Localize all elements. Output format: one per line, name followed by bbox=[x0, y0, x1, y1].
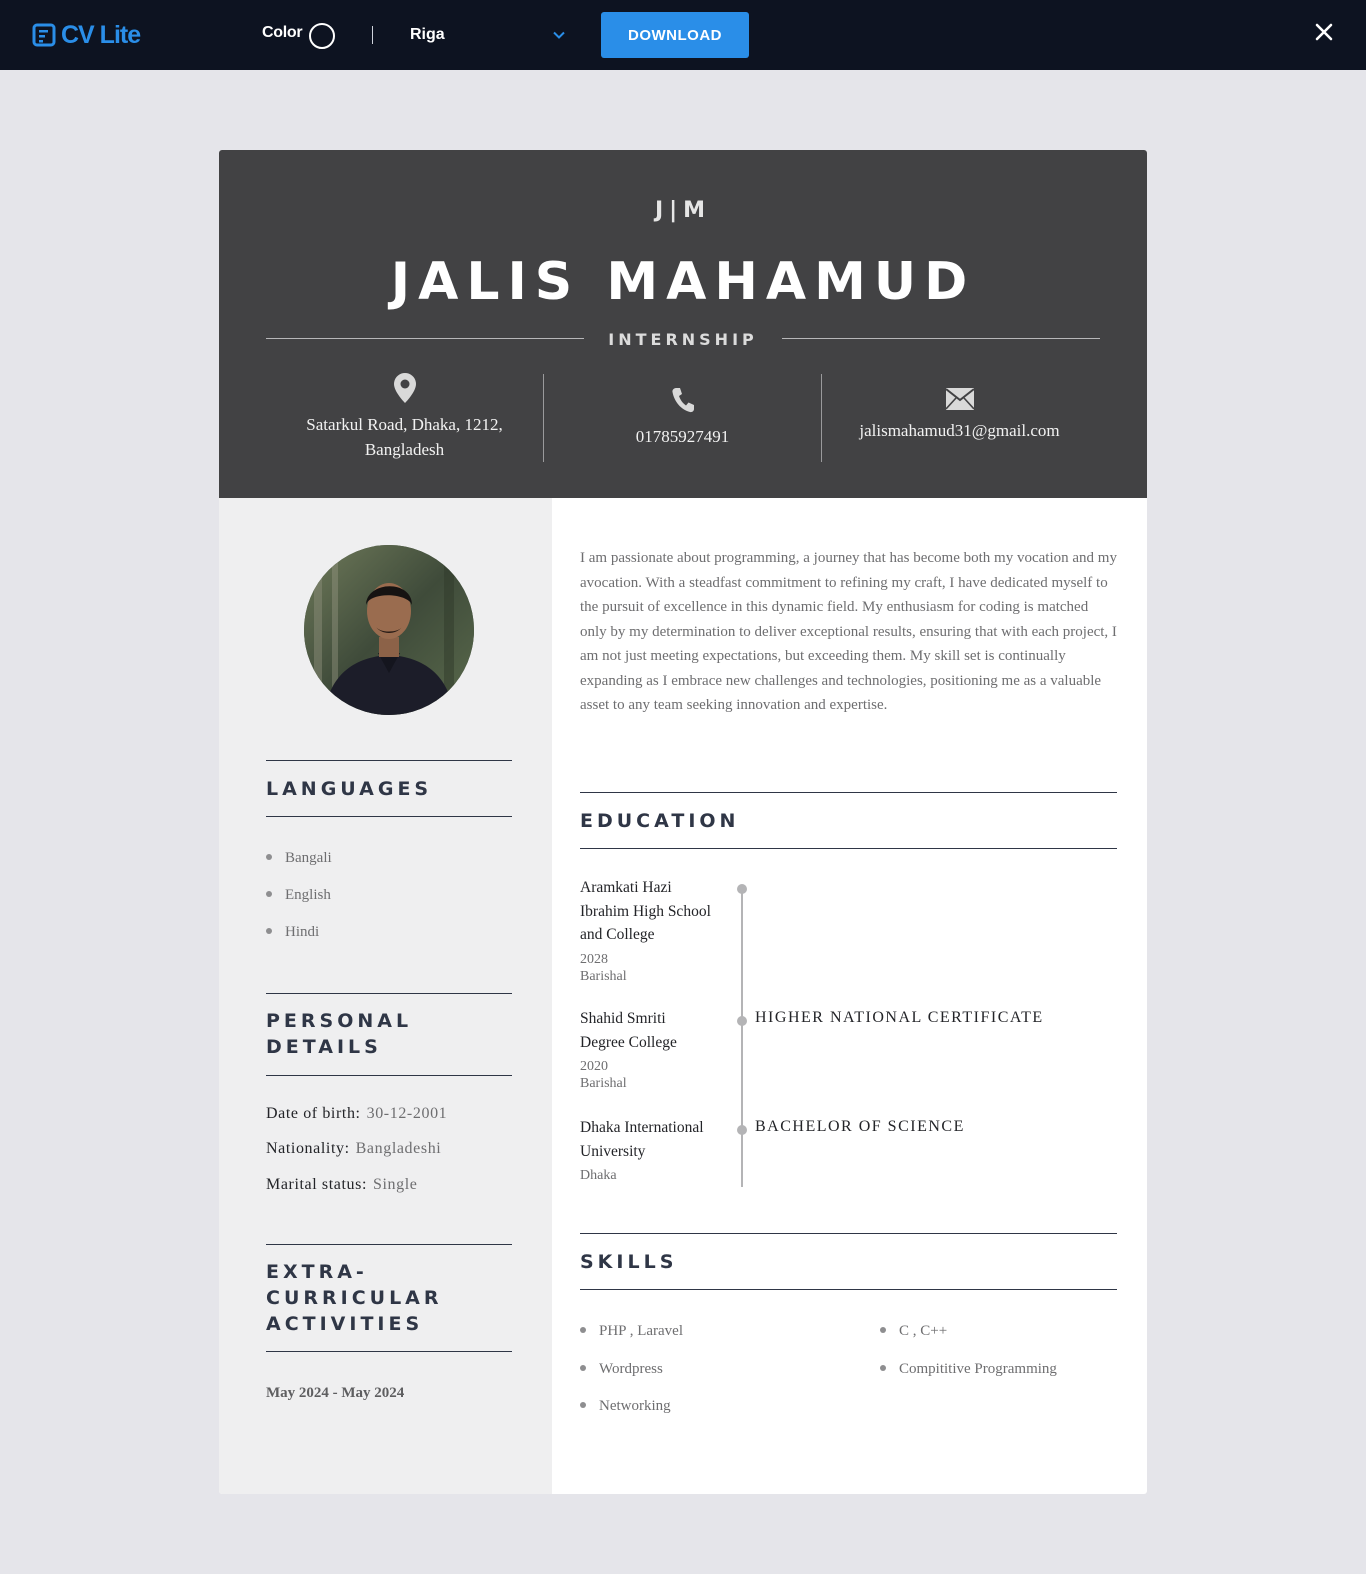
section-rule bbox=[580, 848, 1117, 849]
heading-line: PERSONAL bbox=[266, 1010, 413, 1032]
header-divider-right bbox=[782, 338, 1100, 339]
section-rule bbox=[266, 1244, 512, 1245]
full-name: JALIS MAHAMUD bbox=[390, 252, 976, 312]
list-item: English bbox=[266, 887, 332, 924]
color-picker-swatch[interactable] bbox=[309, 23, 335, 49]
profile-photo-image bbox=[304, 545, 474, 715]
dob-row: Date of birth: 30-12-2001 bbox=[266, 1105, 447, 1123]
school-name-line: University bbox=[580, 1142, 646, 1160]
marital-value: Single bbox=[372, 1176, 418, 1193]
languages-heading: LANGUAGES bbox=[266, 778, 433, 800]
resume-header: J|M JALIS MAHAMUD INTERNSHIP Satarkul Ro… bbox=[219, 150, 1147, 498]
timeline-dot bbox=[737, 884, 747, 894]
education-heading: EDUCATION bbox=[580, 810, 740, 832]
school-name-line: Aramkati Hazi bbox=[580, 879, 672, 896]
nationality-label: Nationality: bbox=[266, 1140, 350, 1157]
school-name: Aramkati Hazi Ibrahim High School and Co… bbox=[580, 876, 725, 947]
dob-value: 30-12-2001 bbox=[366, 1105, 448, 1122]
school-name-line: Degree College bbox=[580, 1033, 677, 1051]
email-address: jalismahamud31@gmail.com bbox=[859, 421, 1060, 440]
resume-sidebar: LANGUAGES Bangali English Hindi PERSONAL… bbox=[219, 498, 552, 1494]
timeline-dot bbox=[737, 1016, 747, 1026]
section-rule bbox=[580, 1289, 1117, 1290]
nationality-value: Bangladeshi bbox=[355, 1140, 442, 1157]
heading-line: EXTRA- bbox=[266, 1261, 368, 1283]
school-name: Dhaka International University bbox=[580, 1116, 725, 1163]
skills-list-col2: C , C++ Compititive Programming bbox=[880, 1323, 1057, 1398]
download-button[interactable]: DOWNLOAD bbox=[601, 12, 749, 58]
toolbar-divider bbox=[372, 26, 373, 44]
education-city: Barishal bbox=[580, 968, 627, 984]
address-line-2: Bangladesh bbox=[364, 440, 445, 459]
education-entry: Aramkati Hazi Ibrahim High School and Co… bbox=[580, 876, 725, 985]
section-rule bbox=[266, 1351, 512, 1352]
marital-label: Marital status: bbox=[266, 1176, 367, 1193]
template-select[interactable]: Riga bbox=[410, 18, 566, 52]
list-item: Hindi bbox=[266, 924, 332, 961]
education-timeline bbox=[741, 888, 743, 1187]
education-degree: HIGHER NATIONAL CERTIFICATE bbox=[755, 1009, 1044, 1026]
job-title: INTERNSHIP bbox=[608, 330, 758, 349]
section-rule bbox=[266, 760, 512, 761]
education-entry: Shahid Smriti Degree College 2020 Barish… bbox=[580, 1007, 725, 1092]
languages-list: Bangali English Hindi bbox=[266, 850, 332, 961]
section-rule bbox=[580, 1233, 1117, 1234]
education-entry: Dhaka International University Dhaka bbox=[580, 1116, 725, 1184]
extracurricular-date: May 2024 - May 2024 bbox=[266, 1385, 405, 1401]
list-item: C , C++ bbox=[880, 1323, 1057, 1361]
chevron-down-icon bbox=[553, 31, 565, 39]
color-label: Color bbox=[262, 24, 303, 41]
school-name: Shahid Smriti Degree College bbox=[580, 1007, 725, 1054]
personal-details-heading: PERSONAL DETAILS bbox=[266, 1008, 512, 1060]
contact-email: jalismahamud31@gmail.com bbox=[821, 372, 1098, 462]
school-name-line: Shahid Smriti bbox=[580, 1010, 666, 1027]
nationality-row: Nationality: Bangladeshi bbox=[266, 1140, 441, 1158]
heading-line: CURRICULAR bbox=[266, 1287, 443, 1309]
contact-phone: 01785927491 bbox=[544, 372, 821, 462]
school-name-line: Ibrahim High School bbox=[580, 902, 711, 920]
skills-list-col1: PHP , Laravel Wordpress Networking bbox=[580, 1323, 683, 1436]
template-select-value: Riga bbox=[410, 26, 445, 43]
profile-photo bbox=[304, 545, 474, 715]
name-initials: J|M bbox=[654, 198, 712, 223]
contact-address: Satarkul Road, Dhaka, 1212, Bangladesh bbox=[266, 372, 543, 462]
section-rule bbox=[266, 993, 512, 994]
list-item: PHP , Laravel bbox=[580, 1323, 683, 1361]
heading-line: ACTIVITIES bbox=[266, 1313, 424, 1335]
education-year: 2028 bbox=[580, 951, 608, 967]
document-icon bbox=[32, 23, 56, 47]
phone-number: 01785927491 bbox=[635, 427, 730, 446]
education-city: Barishal bbox=[580, 1076, 627, 1091]
education-year: 2020 bbox=[580, 1059, 608, 1074]
school-name-line: Dhaka International bbox=[580, 1119, 704, 1136]
brand-name: CV Lite bbox=[61, 20, 141, 49]
timeline-dot bbox=[737, 1125, 747, 1135]
map-pin-icon bbox=[393, 373, 416, 403]
list-item: Bangali bbox=[266, 850, 332, 887]
education-city: Dhaka bbox=[580, 1168, 617, 1183]
school-name-line: and College bbox=[580, 926, 655, 943]
list-item: Networking bbox=[580, 1398, 683, 1436]
envelope-icon bbox=[945, 388, 974, 410]
phone-icon bbox=[671, 388, 694, 413]
list-item: Wordpress bbox=[580, 1361, 683, 1399]
marital-row: Marital status: Single bbox=[266, 1176, 417, 1194]
section-rule bbox=[266, 816, 512, 817]
profile-summary: I am passionate about programming, a jou… bbox=[580, 550, 1117, 713]
education-degree: BACHELOR OF SCIENCE bbox=[755, 1118, 965, 1135]
list-item: Compititive Programming bbox=[880, 1361, 1057, 1399]
brand-logo[interactable]: CV Lite bbox=[32, 19, 141, 51]
close-icon[interactable] bbox=[1314, 22, 1334, 42]
section-rule bbox=[580, 792, 1117, 793]
extracurricular-heading: EXTRA- CURRICULAR ACTIVITIES bbox=[266, 1259, 512, 1337]
top-toolbar: CV Lite Color Riga DOWNLOAD bbox=[0, 0, 1366, 70]
header-divider-left bbox=[266, 338, 584, 339]
resume-preview: J|M JALIS MAHAMUD INTERNSHIP Satarkul Ro… bbox=[219, 150, 1147, 1494]
heading-line: DETAILS bbox=[266, 1036, 382, 1058]
section-rule bbox=[266, 1075, 512, 1076]
skills-heading: SKILLS bbox=[580, 1251, 678, 1273]
address-line-1: Satarkul Road, Dhaka, 1212, bbox=[306, 415, 503, 434]
dob-label: Date of birth: bbox=[266, 1105, 361, 1122]
resume-main: I am passionate about programming, a jou… bbox=[552, 498, 1147, 1494]
